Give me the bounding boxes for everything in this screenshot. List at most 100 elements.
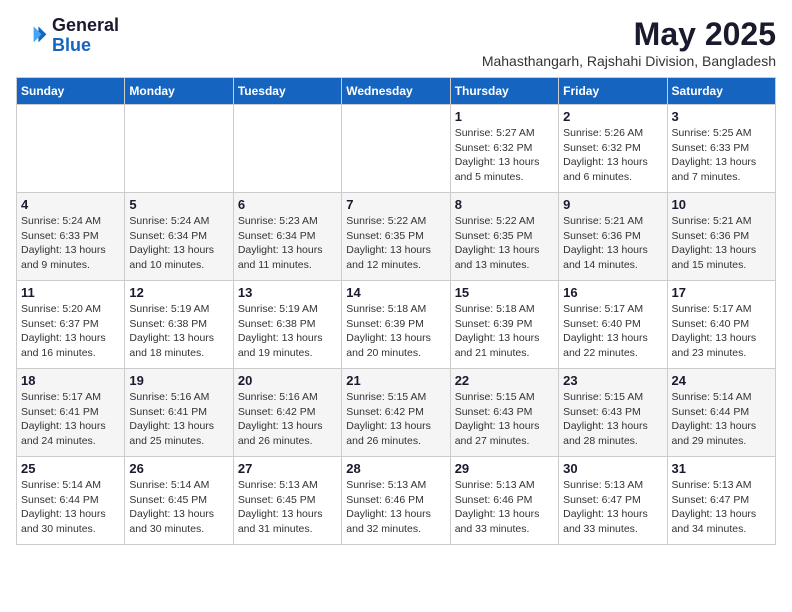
calendar-cell: 17 Sunrise: 5:17 AM Sunset: 6:40 PM Dayli… (667, 281, 775, 369)
day-info: Sunrise: 5:17 AM Sunset: 6:41 PM Dayligh… (21, 390, 120, 449)
location-subtitle: Mahasthangarh, Rajshahi Division, Bangla… (482, 53, 776, 69)
day-number: 20 (238, 373, 337, 388)
day-number: 9 (563, 197, 662, 212)
page-header: General Blue May 2025 Mahasthangarh, Raj… (16, 16, 776, 69)
logo: General Blue (16, 16, 119, 56)
day-number: 28 (346, 461, 445, 476)
day-header-saturday: Saturday (667, 78, 775, 105)
calendar-cell: 16 Sunrise: 5:17 AM Sunset: 6:40 PM Dayli… (559, 281, 667, 369)
calendar-cell: 13 Sunrise: 5:19 AM Sunset: 6:38 PM Dayli… (233, 281, 341, 369)
day-info: Sunrise: 5:13 AM Sunset: 6:47 PM Dayligh… (672, 478, 771, 537)
logo-icon (16, 20, 48, 52)
calendar-cell: 31 Sunrise: 5:13 AM Sunset: 6:47 PM Dayli… (667, 457, 775, 545)
day-info: Sunrise: 5:17 AM Sunset: 6:40 PM Dayligh… (563, 302, 662, 361)
day-number: 24 (672, 373, 771, 388)
day-number: 25 (21, 461, 120, 476)
day-header-sunday: Sunday (17, 78, 125, 105)
day-info: Sunrise: 5:14 AM Sunset: 6:44 PM Dayligh… (21, 478, 120, 537)
day-info: Sunrise: 5:13 AM Sunset: 6:45 PM Dayligh… (238, 478, 337, 537)
day-number: 13 (238, 285, 337, 300)
calendar-cell: 9Sunrise: 5:21 AM Sunset: 6:36 PM Daylig… (559, 193, 667, 281)
calendar-cell: 25 Sunrise: 5:14 AM Sunset: 6:44 PM Dayli… (17, 457, 125, 545)
calendar-cell: 14 Sunrise: 5:18 AM Sunset: 6:39 PM Dayli… (342, 281, 450, 369)
day-info: Sunrise: 5:23 AM Sunset: 6:34 PM Dayligh… (238, 214, 337, 273)
calendar-cell: 15 Sunrise: 5:18 AM Sunset: 6:39 PM Dayli… (450, 281, 558, 369)
calendar-cell: 22 Sunrise: 5:15 AM Sunset: 6:43 PM Dayli… (450, 369, 558, 457)
day-info: Sunrise: 5:13 AM Sunset: 6:47 PM Dayligh… (563, 478, 662, 537)
calendar-cell: 20 Sunrise: 5:16 AM Sunset: 6:42 PM Dayli… (233, 369, 341, 457)
day-info: Sunrise: 5:19 AM Sunset: 6:38 PM Dayligh… (129, 302, 228, 361)
calendar-cell (233, 105, 341, 193)
calendar-header-row: SundayMondayTuesdayWednesdayThursdayFrid… (17, 78, 776, 105)
calendar-cell: 18 Sunrise: 5:17 AM Sunset: 6:41 PM Dayli… (17, 369, 125, 457)
calendar-cell: 23 Sunrise: 5:15 AM Sunset: 6:43 PM Dayli… (559, 369, 667, 457)
calendar-cell: 29 Sunrise: 5:13 AM Sunset: 6:46 PM Dayli… (450, 457, 558, 545)
month-year-title: May 2025 (482, 16, 776, 53)
day-number: 18 (21, 373, 120, 388)
calendar-week-2: 4Sunrise: 5:24 AM Sunset: 6:33 PM Daylig… (17, 193, 776, 281)
day-number: 29 (455, 461, 554, 476)
day-info: Sunrise: 5:25 AM Sunset: 6:33 PM Dayligh… (672, 126, 771, 185)
day-number: 11 (21, 285, 120, 300)
day-number: 22 (455, 373, 554, 388)
day-info: Sunrise: 5:24 AM Sunset: 6:33 PM Dayligh… (21, 214, 120, 273)
day-number: 7 (346, 197, 445, 212)
day-info: Sunrise: 5:26 AM Sunset: 6:32 PM Dayligh… (563, 126, 662, 185)
title-block: May 2025 Mahasthangarh, Rajshahi Divisio… (482, 16, 776, 69)
calendar-cell: 4Sunrise: 5:24 AM Sunset: 6:33 PM Daylig… (17, 193, 125, 281)
day-header-wednesday: Wednesday (342, 78, 450, 105)
calendar-week-4: 18 Sunrise: 5:17 AM Sunset: 6:41 PM Dayli… (17, 369, 776, 457)
day-info: Sunrise: 5:19 AM Sunset: 6:38 PM Dayligh… (238, 302, 337, 361)
day-info: Sunrise: 5:15 AM Sunset: 6:42 PM Dayligh… (346, 390, 445, 449)
calendar-week-1: 1 Sunrise: 5:27 AM Sunset: 6:32 PM Daylig… (17, 105, 776, 193)
calendar-cell (125, 105, 233, 193)
day-number: 26 (129, 461, 228, 476)
calendar-body: 1 Sunrise: 5:27 AM Sunset: 6:32 PM Daylig… (17, 105, 776, 545)
day-number: 23 (563, 373, 662, 388)
calendar-cell: 12 Sunrise: 5:19 AM Sunset: 6:38 PM Dayli… (125, 281, 233, 369)
calendar-cell: 5 Sunrise: 5:24 AM Sunset: 6:34 PM Daylig… (125, 193, 233, 281)
day-info: Sunrise: 5:22 AM Sunset: 6:35 PM Dayligh… (455, 214, 554, 273)
day-number: 14 (346, 285, 445, 300)
day-number: 16 (563, 285, 662, 300)
calendar-cell (17, 105, 125, 193)
day-info: Sunrise: 5:16 AM Sunset: 6:42 PM Dayligh… (238, 390, 337, 449)
day-number: 31 (672, 461, 771, 476)
day-info: Sunrise: 5:21 AM Sunset: 6:36 PM Dayligh… (672, 214, 771, 273)
day-number: 5 (129, 197, 228, 212)
day-number: 8 (455, 197, 554, 212)
day-number: 21 (346, 373, 445, 388)
calendar-cell: 30Sunrise: 5:13 AM Sunset: 6:47 PM Dayli… (559, 457, 667, 545)
day-info: Sunrise: 5:14 AM Sunset: 6:44 PM Dayligh… (672, 390, 771, 449)
day-number: 12 (129, 285, 228, 300)
day-info: Sunrise: 5:15 AM Sunset: 6:43 PM Dayligh… (563, 390, 662, 449)
day-info: Sunrise: 5:15 AM Sunset: 6:43 PM Dayligh… (455, 390, 554, 449)
day-number: 19 (129, 373, 228, 388)
day-info: Sunrise: 5:17 AM Sunset: 6:40 PM Dayligh… (672, 302, 771, 361)
logo-blue-text: Blue (52, 36, 119, 56)
day-number: 6 (238, 197, 337, 212)
day-header-friday: Friday (559, 78, 667, 105)
calendar-cell: 6 Sunrise: 5:23 AM Sunset: 6:34 PM Daylig… (233, 193, 341, 281)
day-info: Sunrise: 5:27 AM Sunset: 6:32 PM Dayligh… (455, 126, 554, 185)
calendar-cell: 10Sunrise: 5:21 AM Sunset: 6:36 PM Dayli… (667, 193, 775, 281)
calendar-cell: 2Sunrise: 5:26 AM Sunset: 6:32 PM Daylig… (559, 105, 667, 193)
calendar-cell: 28 Sunrise: 5:13 AM Sunset: 6:46 PM Dayli… (342, 457, 450, 545)
calendar-cell: 19Sunrise: 5:16 AM Sunset: 6:41 PM Dayli… (125, 369, 233, 457)
logo-general-text: General (52, 16, 119, 36)
day-header-monday: Monday (125, 78, 233, 105)
day-number: 3 (672, 109, 771, 124)
day-info: Sunrise: 5:24 AM Sunset: 6:34 PM Dayligh… (129, 214, 228, 273)
calendar-week-5: 25 Sunrise: 5:14 AM Sunset: 6:44 PM Dayli… (17, 457, 776, 545)
day-info: Sunrise: 5:13 AM Sunset: 6:46 PM Dayligh… (346, 478, 445, 537)
day-info: Sunrise: 5:18 AM Sunset: 6:39 PM Dayligh… (346, 302, 445, 361)
day-info: Sunrise: 5:18 AM Sunset: 6:39 PM Dayligh… (455, 302, 554, 361)
day-number: 17 (672, 285, 771, 300)
day-number: 1 (455, 109, 554, 124)
calendar-cell: 27Sunrise: 5:13 AM Sunset: 6:45 PM Dayli… (233, 457, 341, 545)
calendar-cell: 21 Sunrise: 5:15 AM Sunset: 6:42 PM Dayli… (342, 369, 450, 457)
day-number: 15 (455, 285, 554, 300)
day-info: Sunrise: 5:13 AM Sunset: 6:46 PM Dayligh… (455, 478, 554, 537)
calendar-cell: 1 Sunrise: 5:27 AM Sunset: 6:32 PM Daylig… (450, 105, 558, 193)
calendar-cell: 7Sunrise: 5:22 AM Sunset: 6:35 PM Daylig… (342, 193, 450, 281)
